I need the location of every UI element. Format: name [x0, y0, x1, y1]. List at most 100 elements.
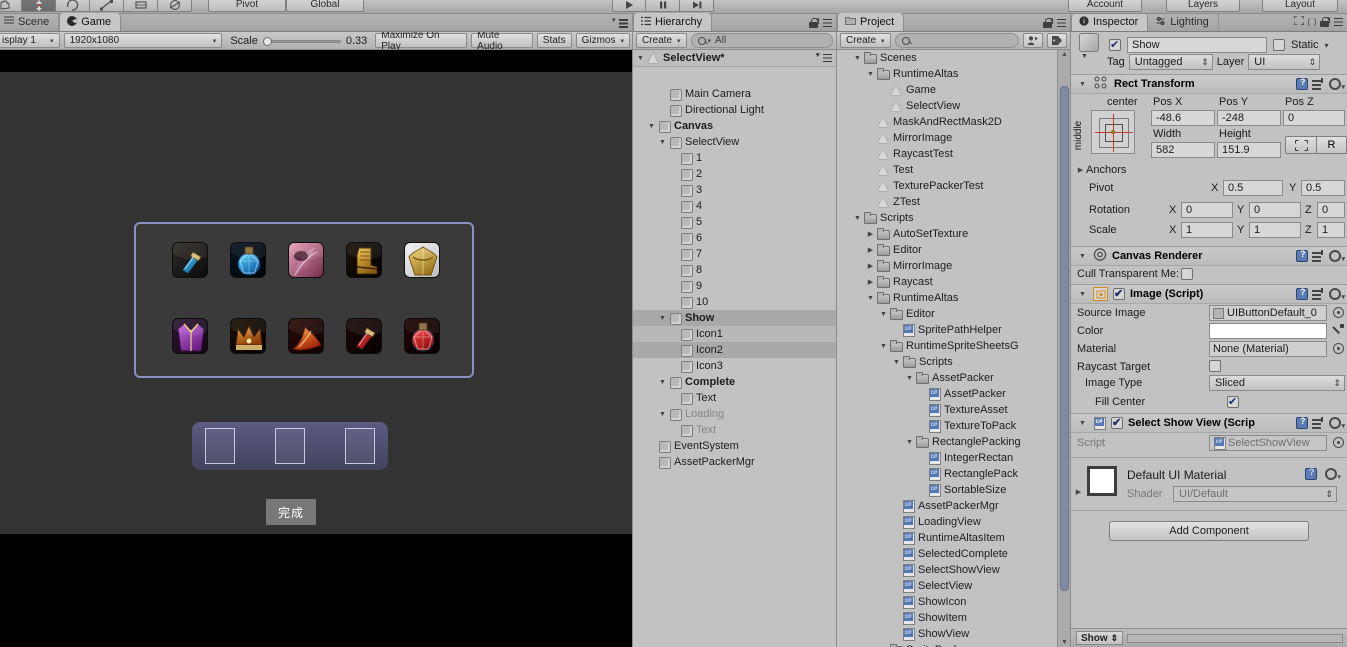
hierarchy-search-input[interactable]: ▾ All [690, 33, 833, 48]
item-icon-flame-wing[interactable] [288, 318, 324, 354]
playback-controls[interactable] [612, 0, 714, 12]
tree-row[interactable]: Text [633, 390, 837, 406]
tree-row[interactable]: 2 [633, 166, 837, 182]
project-create-button[interactable]: Create [840, 33, 891, 48]
tree-row[interactable]: TextureToPack [837, 418, 1058, 434]
material-field[interactable]: None (Material) [1209, 341, 1327, 357]
expand-icon[interactable] [1293, 15, 1305, 28]
presets-icon[interactable] [1312, 250, 1325, 262]
tree-row[interactable]: AssetPacker [837, 386, 1058, 402]
cull-transparent-checkbox[interactable] [1181, 268, 1194, 280]
image-type-dropdown[interactable]: Sliced [1209, 375, 1345, 391]
tree-row[interactable]: Icon2 [633, 342, 837, 358]
tree-row[interactable]: RuntimeAltas [837, 66, 1058, 82]
pos-x-field[interactable]: -48.6 [1151, 110, 1215, 126]
gear-icon[interactable] [1329, 417, 1345, 430]
tag-dropdown[interactable]: Untagged [1128, 54, 1213, 70]
project-scrollbar[interactable]: ▲ ▼ [1057, 50, 1070, 647]
script-picker[interactable] [1333, 437, 1344, 448]
item-icon-pink-demon-claw[interactable] [288, 242, 324, 278]
transform-tool-button[interactable] [158, 0, 192, 12]
tree-row[interactable]: TexturePackerTest [837, 178, 1058, 194]
tree-row[interactable]: TextureAsset [837, 402, 1058, 418]
rotate-tool-button[interactable] [56, 0, 90, 12]
rect-tool-button[interactable] [124, 0, 158, 12]
tree-row[interactable]: RaycastTest [837, 146, 1058, 162]
tree-row[interactable]: AssetPacker [837, 370, 1058, 386]
tree-row[interactable]: Raycast [837, 274, 1058, 290]
move-tool-button[interactable] [22, 0, 56, 12]
fill-center-checkbox[interactable] [1227, 395, 1239, 408]
chevron-down-icon[interactable] [646, 123, 657, 130]
tree-row[interactable]: Text [633, 422, 837, 438]
project-search-input[interactable] [894, 33, 1019, 48]
raycast-target-checkbox[interactable] [1209, 360, 1221, 372]
tree-row[interactable]: Editor [837, 306, 1058, 322]
select-show-view-header[interactable]: Select Show View (Scrip [1071, 413, 1347, 433]
layout-button[interactable]: Layout [1262, 0, 1338, 12]
tree-row[interactable]: Complete [633, 374, 837, 390]
help-icon[interactable] [1305, 467, 1317, 480]
color-swatch[interactable] [1209, 323, 1327, 339]
canvas-renderer-header[interactable]: Canvas Renderer [1071, 246, 1347, 266]
scale-tool-button[interactable] [90, 0, 124, 12]
layer-dropdown[interactable]: UI [1248, 54, 1321, 70]
chevron-down-icon[interactable] [1077, 81, 1088, 88]
chevron-down-icon[interactable] [865, 295, 876, 302]
project-tree[interactable]: Scenes RuntimeAltas Game SelectView MaskAndR… [837, 50, 1058, 647]
scroll-thumb[interactable] [1060, 86, 1069, 591]
tree-row[interactable]: SelectView [837, 98, 1058, 114]
show-view-bar[interactable] [192, 422, 388, 470]
tree-row[interactable]: Game [837, 82, 1058, 98]
blueprint-mode-button[interactable] [1285, 136, 1317, 154]
source-image-field[interactable]: UIButtonDefault_0 [1209, 305, 1327, 321]
scroll-up-arrow[interactable]: ▲ [1061, 51, 1068, 58]
chevron-down-icon[interactable] [657, 379, 668, 386]
image-script-header[interactable]: Image (Script) [1071, 284, 1347, 304]
width-field[interactable]: 582 [1151, 142, 1215, 158]
help-icon[interactable] [1296, 249, 1308, 262]
project-tab-icons[interactable] [1043, 16, 1066, 28]
component-header-actions[interactable] [1296, 77, 1345, 91]
transform-tools-group[interactable] [0, 0, 192, 12]
tree-row[interactable]: 4 [633, 198, 837, 214]
tree-row[interactable]: ZTest [837, 194, 1058, 210]
mute-audio-button[interactable]: Mute Audio [471, 30, 533, 52]
chevron-down-icon[interactable] [878, 343, 889, 350]
static-checkbox[interactable] [1273, 39, 1285, 51]
tree-row[interactable]: LoadingView [837, 514, 1058, 530]
object-enabled-checkbox[interactable] [1109, 38, 1121, 51]
game-view-render[interactable]: 完成 [0, 50, 632, 647]
tree-row[interactable]: 1 [633, 150, 837, 166]
global-button[interactable]: Global [286, 0, 364, 12]
tree-row[interactable]: Canvas [633, 118, 837, 134]
anchor-preset-widget[interactable] [1091, 110, 1135, 154]
presets-icon[interactable] [1312, 78, 1325, 90]
scale-x-field[interactable]: 1 [1181, 222, 1233, 238]
tree-row[interactable]: Loading [633, 406, 837, 422]
chevron-right-icon[interactable] [865, 246, 876, 254]
component-header-actions[interactable] [1296, 416, 1345, 430]
tree-row[interactable]: EventSystem [633, 438, 837, 454]
pivot-button[interactable]: Pivot [208, 0, 286, 12]
chevron-down-icon[interactable] [657, 411, 668, 418]
tree-row[interactable]: SelectView [633, 134, 837, 150]
static-dropdown-icon[interactable]: ▾ [1325, 41, 1329, 50]
maximize-on-play-button[interactable]: Maximize On Play [375, 30, 468, 52]
anchors-foldout[interactable]: Anchors [1075, 164, 1126, 176]
chevron-right-icon[interactable] [865, 262, 876, 270]
eyedropper-icon[interactable] [1331, 324, 1344, 337]
help-icon[interactable] [1296, 77, 1308, 90]
chevron-right-icon[interactable] [1075, 166, 1086, 174]
hierarchy-tab-icons[interactable] [809, 16, 832, 28]
item-icon-blue-potion-vial[interactable] [172, 242, 208, 278]
chevron-down-icon[interactable] [1077, 291, 1088, 298]
item-icon-gold-boot[interactable] [346, 242, 382, 278]
panel-menu-icon[interactable] [1327, 15, 1343, 27]
component-header-actions[interactable] [1296, 287, 1345, 301]
select-view-panel[interactable] [134, 222, 474, 378]
account-button[interactable]: Account [1068, 0, 1142, 12]
scale-y-field[interactable]: 1 [1249, 222, 1301, 238]
pivot-y-field[interactable]: 0.5 [1301, 180, 1345, 196]
tree-row[interactable]: MirrorImage [837, 258, 1058, 274]
